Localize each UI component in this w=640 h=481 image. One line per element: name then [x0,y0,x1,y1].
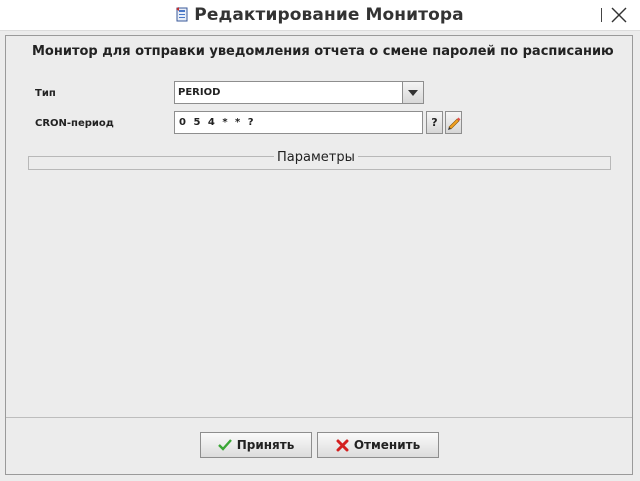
cron-input[interactable] [174,111,423,134]
cron-edit-button[interactable] [445,111,462,134]
window-title: Редактирование Монитора [194,5,464,25]
footer-separator [6,417,632,418]
chevron-down-icon [408,89,418,96]
check-icon [217,439,232,451]
window-titlebar: Редактирование Монитора [0,0,640,31]
accept-button-label: Принять [236,438,295,452]
params-legend: Параметры [274,150,358,165]
accept-button[interactable]: Принять [200,432,312,458]
cron-help-button[interactable]: ? [426,111,443,134]
close-icon[interactable] [610,6,628,24]
window-title-wrap: Редактирование Монитора [0,0,640,30]
type-select-arrow[interactable] [402,82,423,103]
titlebar-separator [601,8,602,22]
pencil-icon [448,117,461,130]
cross-icon [336,439,349,451]
cancel-button[interactable]: Отменить [317,432,439,458]
monitor-title: Монитор для отправки уведомления отчета … [32,44,614,59]
type-select-value: PERIOD [178,87,221,98]
cron-label: CRON-период [35,118,114,129]
type-label: Тип [35,88,56,99]
dialog-body: Монитор для отправки уведомления отчета … [0,31,640,481]
cancel-button-label: Отменить [353,438,421,452]
type-select[interactable]: PERIOD [174,81,424,104]
app-icon [176,7,188,22]
